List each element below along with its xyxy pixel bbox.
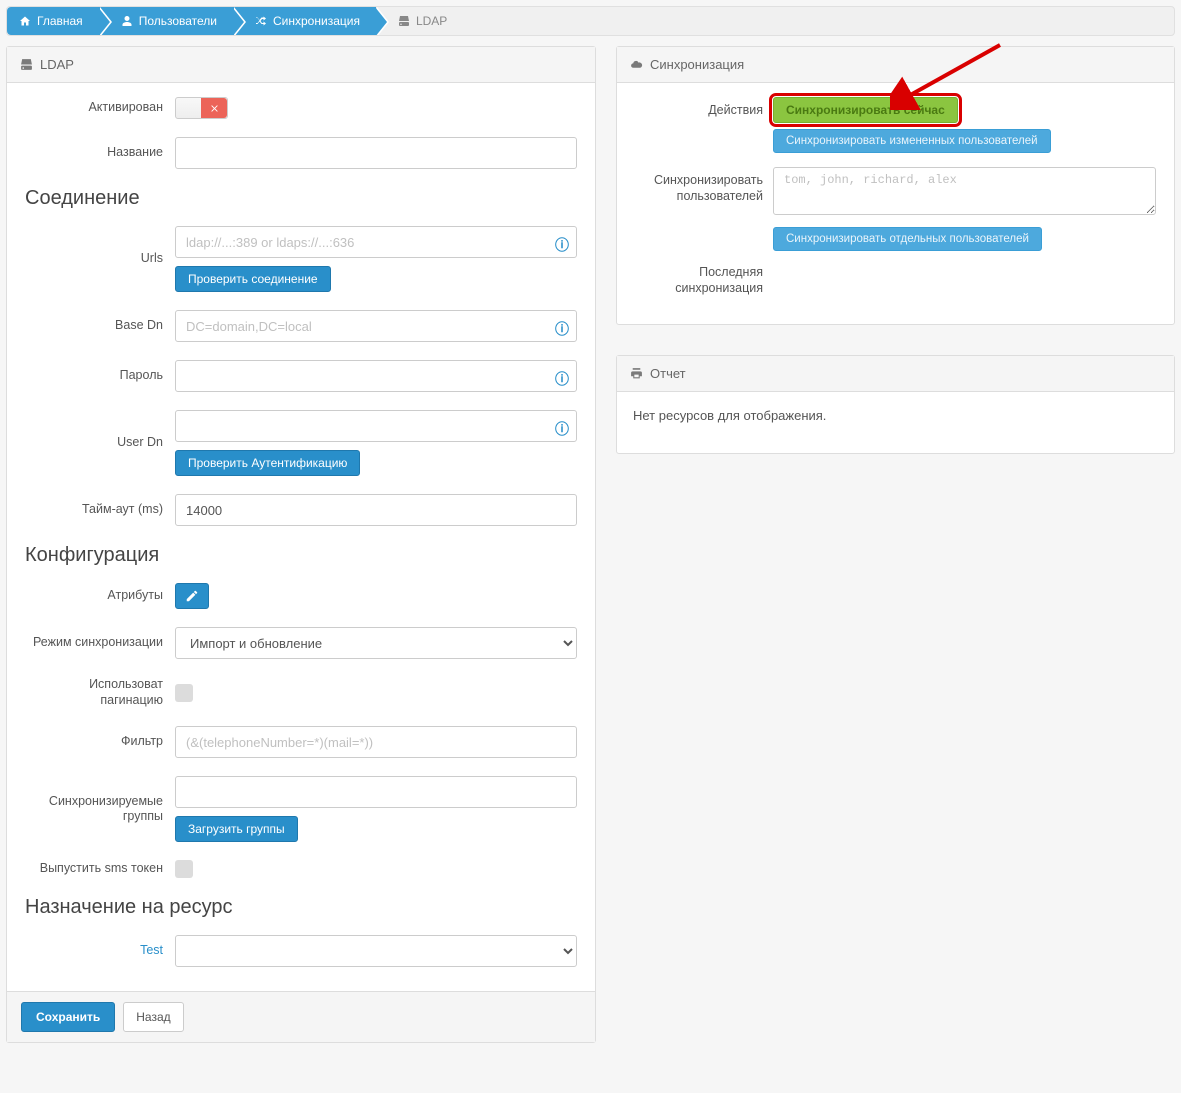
report-panel: Отчет Нет ресурсов для отображения. xyxy=(616,355,1175,454)
crumb-sync[interactable]: Синхронизация xyxy=(233,7,376,35)
pagination-checkbox[interactable] xyxy=(175,684,193,702)
sync-individual-button[interactable]: Синхронизировать отдельных пользователей xyxy=(773,227,1042,251)
urls-input[interactable] xyxy=(175,226,577,258)
syncmode-label: Режим синхронизации xyxy=(25,635,163,651)
sync-panel: Синхронизация Действия Синхронизировать … xyxy=(616,46,1175,325)
userdn-label: User Dn xyxy=(25,435,163,451)
test-label[interactable]: Test xyxy=(25,943,163,959)
hdd-icon xyxy=(398,15,410,27)
basedn-label: Base Dn xyxy=(25,318,163,334)
sync-now-button[interactable]: Синхронизировать сейчас xyxy=(773,97,958,123)
userdn-input[interactable] xyxy=(175,410,577,442)
info-icon[interactable]: ⓘ xyxy=(555,419,569,433)
release-sms-label: Выпустить sms токен xyxy=(25,861,163,877)
print-icon xyxy=(630,367,643,380)
password-label: Пароль xyxy=(25,368,163,384)
edit-icon xyxy=(185,589,199,603)
info-icon[interactable]: ⓘ xyxy=(555,369,569,383)
crumb-home[interactable]: Главная xyxy=(7,7,99,35)
sync-changed-button[interactable]: Синхронизировать измененных пользователе… xyxy=(773,129,1051,153)
back-button[interactable]: Назад xyxy=(123,1002,183,1032)
section-resource: Назначение на ресурс xyxy=(25,896,577,919)
last-sync-label: Последняя синхронизация xyxy=(635,265,763,296)
section-config: Конфигурация xyxy=(25,544,577,567)
cloud-icon xyxy=(630,58,643,71)
filter-label: Фильтр xyxy=(25,734,163,750)
test-select[interactable] xyxy=(175,935,577,967)
activated-toggle[interactable] xyxy=(175,97,228,119)
timeout-input[interactable] xyxy=(175,494,577,526)
syncgroups-input[interactable] xyxy=(175,776,577,808)
sync-users-textarea[interactable] xyxy=(773,167,1156,215)
sync-users-label: Синхронизировать пользователей xyxy=(635,167,763,204)
name-label: Название xyxy=(25,145,163,161)
close-icon xyxy=(209,103,220,114)
ldap-panel-title: LDAP xyxy=(7,47,595,83)
user-icon xyxy=(121,15,133,27)
crumb-ldap-label: LDAP xyxy=(416,14,447,28)
sync-title-text: Синхронизация xyxy=(650,57,744,72)
pagination-label: Использоват пагинацию xyxy=(25,677,163,708)
crumb-ldap: LDAP xyxy=(376,7,463,35)
crumb-users-label: Пользователи xyxy=(139,14,217,28)
report-title-text: Отчет xyxy=(650,366,686,381)
ldap-panel: LDAP Активирован Название xyxy=(6,46,596,1043)
urls-label: Urls xyxy=(25,251,163,267)
filter-input[interactable] xyxy=(175,726,577,758)
basedn-input[interactable] xyxy=(175,310,577,342)
ldap-title-text: LDAP xyxy=(40,57,74,72)
section-connection: Соединение xyxy=(25,187,577,210)
load-groups-button[interactable]: Загрузить группы xyxy=(175,816,298,842)
report-empty-text: Нет ресурсов для отображения. xyxy=(617,392,1174,453)
info-icon[interactable]: ⓘ xyxy=(555,235,569,249)
home-icon xyxy=(19,15,31,27)
name-input[interactable] xyxy=(175,137,577,169)
edit-attributes-button[interactable] xyxy=(175,583,209,609)
syncgroups-label: Синхронизируемые группы xyxy=(25,794,163,825)
info-icon[interactable]: ⓘ xyxy=(555,319,569,333)
release-sms-checkbox[interactable] xyxy=(175,860,193,878)
save-button[interactable]: Сохранить xyxy=(21,1002,115,1032)
shuffle-icon xyxy=(255,15,267,27)
attributes-label: Атрибуты xyxy=(25,588,163,604)
activated-label: Активирован xyxy=(25,100,163,116)
hdd-icon xyxy=(20,58,33,71)
syncmode-select[interactable]: Импорт и обновление xyxy=(175,627,577,659)
report-panel-title: Отчет xyxy=(617,356,1174,392)
sync-panel-title: Синхронизация xyxy=(617,47,1174,83)
crumb-home-label: Главная xyxy=(37,14,83,28)
password-input[interactable] xyxy=(175,360,577,392)
check-connection-button[interactable]: Проверить соединение xyxy=(175,266,331,292)
crumb-sync-label: Синхронизация xyxy=(273,14,360,28)
timeout-label: Тайм-аут (ms) xyxy=(25,502,163,518)
crumb-users[interactable]: Пользователи xyxy=(99,7,233,35)
breadcrumb: Главная Пользователи Синхронизация LDAP xyxy=(6,6,1175,36)
check-auth-button[interactable]: Проверить Аутентификацию xyxy=(175,450,360,476)
actions-label: Действия xyxy=(635,97,763,119)
